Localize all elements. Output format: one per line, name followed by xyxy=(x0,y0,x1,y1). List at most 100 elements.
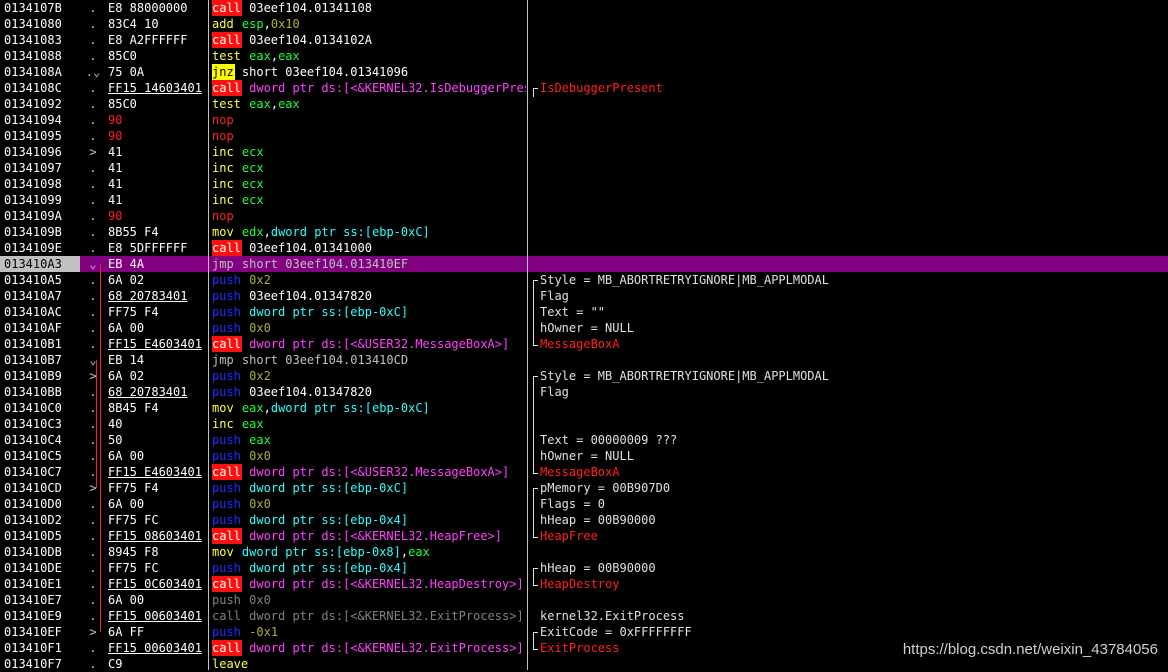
address-cell: 013410DE xyxy=(4,561,62,575)
disasm-row[interactable]: 0134107B. E8 88000000 call 03eef104.013411… xyxy=(0,0,1168,16)
disasm-row[interactable]: 013410B9 >6A 02 push 0x2 Style = MB_ABORTRE… xyxy=(0,368,1168,384)
mnemonic: call xyxy=(212,576,242,592)
disasm-row[interactable]: 0134108A .⌄ 75 0A jnz short 03eef104.013410… xyxy=(0,64,1168,80)
disasm-row[interactable]: 01341096 >41 inc ecx xyxy=(0,144,1168,160)
disasm-row[interactable]: 013410C5. 6A 00 push 0x0 hOwner = NULL xyxy=(0,448,1168,464)
disasm-row[interactable]: 013410E1. FF15 0C603401 call dword ptr ds:… xyxy=(0,576,1168,592)
operand: eax xyxy=(241,417,264,431)
comment-cell: HeapDestroy xyxy=(540,577,620,591)
disasm-row[interactable]: 0134109E. E8 5DFFFFFF call 03eef104.013410… xyxy=(0,240,1168,256)
hex-bytes-cell: 90 xyxy=(108,113,123,127)
hex-bytes-cell: 90 xyxy=(108,209,123,223)
comment-bracket xyxy=(533,376,538,474)
operand: 03eef104.01347820 xyxy=(241,289,372,303)
operand: dword ptr ds:[<&KERNEL32.HeapFree>] xyxy=(249,529,503,543)
comment-cell: Style = MB_ABORTRETRYIGNORE|MB_APPLMODAL xyxy=(540,369,829,383)
disasm-row[interactable]: 013410DE. FF75 FC push dword ptr ss:[ebp-0… xyxy=(0,560,1168,576)
disasm-row[interactable]: 013410CD > FF75 F4 push dword ptr ss:[ebp-0… xyxy=(0,480,1168,496)
disasm-row[interactable]: 013410B1. FF15 E4603401 call dword ptr ds:… xyxy=(0,336,1168,352)
operand: dword ptr ss:[ebp-0xC] xyxy=(270,225,430,239)
disasm-row[interactable]: 013410A5. 6A 02 push 0x2 Style = MB_ABORTRE… xyxy=(0,272,1168,288)
disasm-row[interactable]: 013410D2. FF75 FC push dword ptr ss:[ebp-0… xyxy=(0,512,1168,528)
operand xyxy=(235,145,242,159)
comment-cell: Flags = 0 xyxy=(540,497,606,511)
jump-marker: . xyxy=(89,177,97,191)
address-cell: 013410C0 xyxy=(4,401,62,415)
disasm-row[interactable]: 013410E9. FF15 00603401 call dword ptr ds:… xyxy=(0,608,1168,624)
hex-bytes-cell: 85C0 xyxy=(108,97,137,111)
operand xyxy=(235,225,242,239)
disasm-row[interactable]: 01341098. 41 inc ecx xyxy=(0,176,1168,192)
instruction-cell: jnz short 03eef104.01341096 xyxy=(212,64,526,80)
mnemonic: inc xyxy=(212,161,234,175)
operand: 03eef104.01341108 xyxy=(241,1,372,15)
address-cell: 013410BB xyxy=(4,385,62,399)
disasm-row[interactable]: 0134109B. 8B55 F4 mov edx,dword ptr ss:[eb… xyxy=(0,224,1168,240)
disasm-row[interactable]: 01341092. 85C0 test eax,eax xyxy=(0,96,1168,112)
column-separator-hex xyxy=(208,0,209,670)
mnemonic: push xyxy=(212,593,241,607)
disasm-row[interactable]: 013410DB. 8945 F8 mov dword ptr ss:[ebp-0x… xyxy=(0,544,1168,560)
disassembly-listing[interactable]: 0134107B. E8 88000000 call 03eef104.013411… xyxy=(0,0,1168,672)
instruction-cell: mov dword ptr ss:[ebp-0x8],eax xyxy=(212,544,526,560)
disasm-row[interactable]: 013410C3. 40 inc eax xyxy=(0,416,1168,432)
comment-cell: hOwner = NULL xyxy=(540,321,634,335)
disasm-row[interactable]: 01341099. 41 inc ecx xyxy=(0,192,1168,208)
instruction-cell: mov eax,dword ptr ss:[ebp-0xC] xyxy=(212,400,526,416)
disasm-row[interactable]: 01341080. 83C4 10 add esp,0x10 xyxy=(0,16,1168,32)
disasm-row[interactable]: 013410AF. 6A 00 push 0x0 hOwner = NULL xyxy=(0,320,1168,336)
comment-cell: hHeap = 00B90000 xyxy=(540,561,656,575)
comment-cell: Text = "" xyxy=(540,305,606,319)
disasm-row[interactable]: 013410C7. FF15 E4603401 call dword ptr ds:… xyxy=(0,464,1168,480)
mnemonic: jmp xyxy=(212,353,234,367)
instruction-cell: push 03eef104.01347820 xyxy=(212,288,526,304)
instruction-cell: push dword ptr ss:[ebp-0x4] xyxy=(212,512,526,528)
disasm-row[interactable]: 01341097. 41 inc ecx xyxy=(0,160,1168,176)
jump-flow-line-inner xyxy=(96,360,97,488)
mnemonic: call xyxy=(212,464,242,480)
address-cell: 013410A7 xyxy=(4,289,62,303)
hex-bytes-cell: FF15 00603401 xyxy=(108,609,202,623)
disasm-row[interactable]: 013410D0. 6A 00 push 0x0 Flags = 0 xyxy=(0,496,1168,512)
disasm-row[interactable]: 01341094. 90 nop xyxy=(0,112,1168,128)
comment-cell: ExitProcess xyxy=(540,641,620,655)
disasm-row[interactable]: 013410E7. 6A 00 push 0x0 xyxy=(0,592,1168,608)
hex-bytes-cell: 68 20783401 xyxy=(108,289,188,303)
hex-bytes-cell: 41 xyxy=(108,177,123,191)
instruction-cell: push 03eef104.01347820 xyxy=(212,384,526,400)
operand: esp xyxy=(241,17,264,31)
disasm-row[interactable]: 01341095. 90 nop xyxy=(0,128,1168,144)
mnemonic: push xyxy=(212,497,241,511)
jump-marker: . xyxy=(89,161,97,175)
comment-cell: hOwner = NULL xyxy=(540,449,634,463)
operand: short 03eef104.013410EF xyxy=(234,257,409,271)
operand: dword ptr ds:[<&USER32.MessageBoxA>] xyxy=(249,337,510,351)
disasm-row[interactable]: 013410AC. FF75 F4 push dword ptr ss:[ebp-0… xyxy=(0,304,1168,320)
disasm-row[interactable]: 0134109A. 90 nop xyxy=(0,208,1168,224)
instruction-cell: push 0x0 xyxy=(212,592,526,608)
mnemonic: call xyxy=(212,240,242,256)
disasm-row[interactable]: 013410BB. 68 20783401 push 03eef104.013478… xyxy=(0,384,1168,400)
disasm-row[interactable]: 01341083. E8 A2FFFFFF call 03eef104.013410… xyxy=(0,32,1168,48)
hex-bytes-cell: E8 A2FFFFFF xyxy=(108,33,188,47)
instruction-cell: nop xyxy=(212,208,526,224)
address-cell: 01341098 xyxy=(4,177,62,191)
operand xyxy=(235,417,242,431)
disasm-row[interactable]: 013410EF >6A FF push -0x1 ExitCode = 0xFFFF… xyxy=(0,624,1168,640)
disasm-row[interactable]: 013410A3 ⌄ EB 4A jmp short 03eef104.013410E… xyxy=(0,256,1168,272)
hex-bytes-cell: 41 xyxy=(108,145,123,159)
comment-cell: ExitCode = 0xFFFFFFFF xyxy=(540,625,692,639)
hex-bytes-cell: 75 0A xyxy=(108,65,145,79)
address-cell: 013410A3 xyxy=(0,256,80,272)
disasm-row[interactable]: 013410A7. 68 20783401 push 03eef104.013478… xyxy=(0,288,1168,304)
disasm-row[interactable]: 013410C0. 8B45 F4 mov eax,dword ptr ss:[eb… xyxy=(0,400,1168,416)
disasm-row[interactable]: 013410B7 ⌄ EB 14 jmp short 03eef104.013410C… xyxy=(0,352,1168,368)
disasm-row[interactable]: 013410D5. FF15 08603401 call dword ptr ds:… xyxy=(0,528,1168,544)
disasm-row[interactable]: 0134108C. FF15 14603401 call dword ptr ds:… xyxy=(0,80,1168,96)
comment-cell: Flag xyxy=(540,385,569,399)
operand: eax xyxy=(249,49,271,63)
disasm-row[interactable]: 013410C4. 50 push eax Text = 00000009 ??? xyxy=(0,432,1168,448)
hex-bytes-cell: FF15 00603401 xyxy=(108,641,202,655)
hex-bytes-cell: 6A FF xyxy=(108,625,145,639)
disasm-row[interactable]: 01341088. 85C0 test eax,eax xyxy=(0,48,1168,64)
